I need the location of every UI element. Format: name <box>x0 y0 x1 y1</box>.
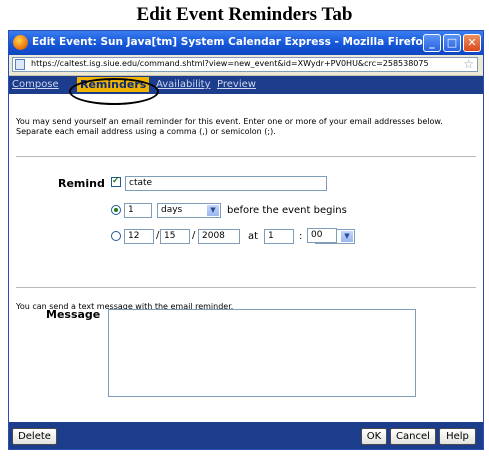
browser-window: Edit Event: Sun Java[tm] System Calendar… <box>8 30 484 450</box>
close-window-button[interactable]: ✕ <box>463 34 481 52</box>
tab-availability[interactable]: Availability <box>156 79 211 90</box>
url-field[interactable]: https://caltest.isg.siue.edu/command.sht… <box>12 57 478 72</box>
divider <box>16 156 476 157</box>
month-field[interactable]: 12 <box>124 229 154 244</box>
intro-text: You may send yourself an email reminder … <box>16 117 443 136</box>
tab-preview[interactable]: Preview <box>217 79 256 90</box>
tab-compose[interactable]: Compose <box>12 79 59 90</box>
chevron-down-icon: ▼ <box>341 231 353 242</box>
cancel-button[interactable]: Cancel <box>390 428 436 445</box>
relative-time-radio[interactable] <box>111 205 121 215</box>
year-field[interactable]: 2008 <box>198 229 240 244</box>
bookmark-star-icon[interactable]: ☆ <box>463 57 474 71</box>
at-label: at <box>248 231 259 242</box>
address-bar: https://caltest.isg.siue.edu/command.sht… <box>9 55 483 76</box>
email-address-field[interactable]: ctate <box>125 176 327 191</box>
chevron-down-icon: ▼ <box>207 205 219 216</box>
before-event-text: before the event begins <box>227 205 347 216</box>
minute-field[interactable]: 00 <box>307 228 337 243</box>
date-separator: / <box>156 230 160 241</box>
time-colon: : <box>299 231 303 242</box>
hour-field[interactable]: 1 <box>264 229 294 244</box>
date-separator: / <box>192 230 196 241</box>
maximize-button[interactable]: □ <box>443 34 461 52</box>
firefox-icon <box>13 35 28 50</box>
delete-button[interactable]: Delete <box>12 428 57 445</box>
message-textarea[interactable] <box>108 309 416 397</box>
button-bar: Delete OK Cancel Help <box>9 422 483 449</box>
page-icon <box>15 59 25 70</box>
window-title: Edit Event: Sun Java[tm] System Calendar… <box>32 36 430 48</box>
ok-button[interactable]: OK <box>361 428 387 445</box>
reminder-amount-field[interactable]: 1 <box>124 203 152 218</box>
day-field[interactable]: 15 <box>160 229 190 244</box>
title-bar[interactable]: Edit Event: Sun Java[tm] System Calendar… <box>9 31 483 55</box>
reminders-tab-highlight-ellipse <box>69 78 159 105</box>
minimize-button[interactable]: _ <box>423 34 441 52</box>
divider <box>16 287 476 288</box>
reminder-unit-select[interactable]: days ▼ <box>157 203 221 218</box>
remind-label: Remind <box>58 177 105 190</box>
page-heading: Edit Event Reminders Tab <box>136 4 353 25</box>
reminder-unit-value: days <box>161 205 183 215</box>
url-text: https://caltest.isg.siue.edu/command.sht… <box>31 59 429 68</box>
absolute-time-radio[interactable] <box>111 231 121 241</box>
message-label: Message <box>46 308 101 321</box>
help-button[interactable]: Help <box>439 428 476 445</box>
remind-checkbox[interactable] <box>111 175 121 187</box>
